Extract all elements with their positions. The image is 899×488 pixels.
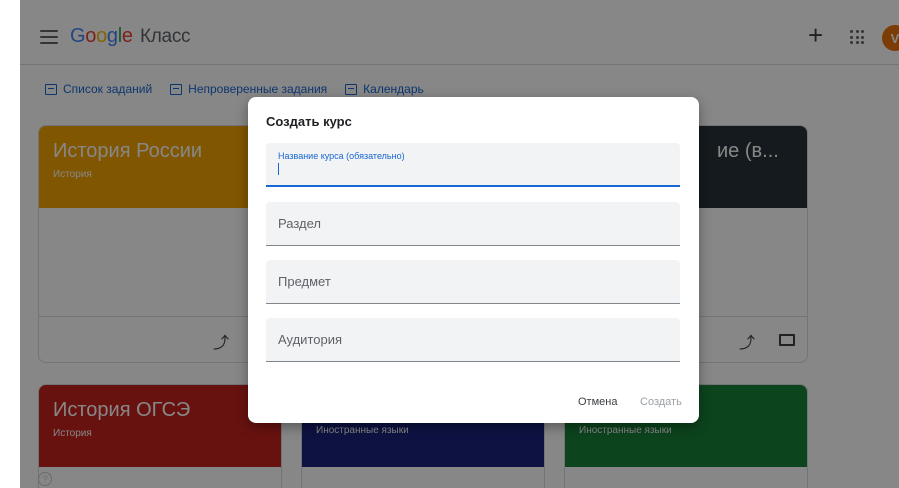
create-course-dialog: Создать курс Название курса (обязательно… [248,97,699,423]
create-button[interactable]: Создать [640,396,682,408]
cancel-button[interactable]: Отмена [578,396,617,408]
section-label: Раздел [278,216,321,231]
text-caret [278,163,279,175]
window-left-edge [0,0,20,488]
subject-field[interactable]: Предмет [266,260,680,304]
room-field[interactable]: Аудитория [266,318,680,362]
section-field[interactable]: Раздел [266,202,680,246]
course-name-field[interactable]: Название курса (обязательно) [266,143,680,187]
course-name-label: Название курса (обязательно) [278,151,405,161]
room-label: Аудитория [278,332,343,347]
subject-label: Предмет [278,274,331,289]
dialog-title: Создать курс [266,114,352,129]
app-window: Google Класс + V Список заданий Непровер… [0,0,899,488]
